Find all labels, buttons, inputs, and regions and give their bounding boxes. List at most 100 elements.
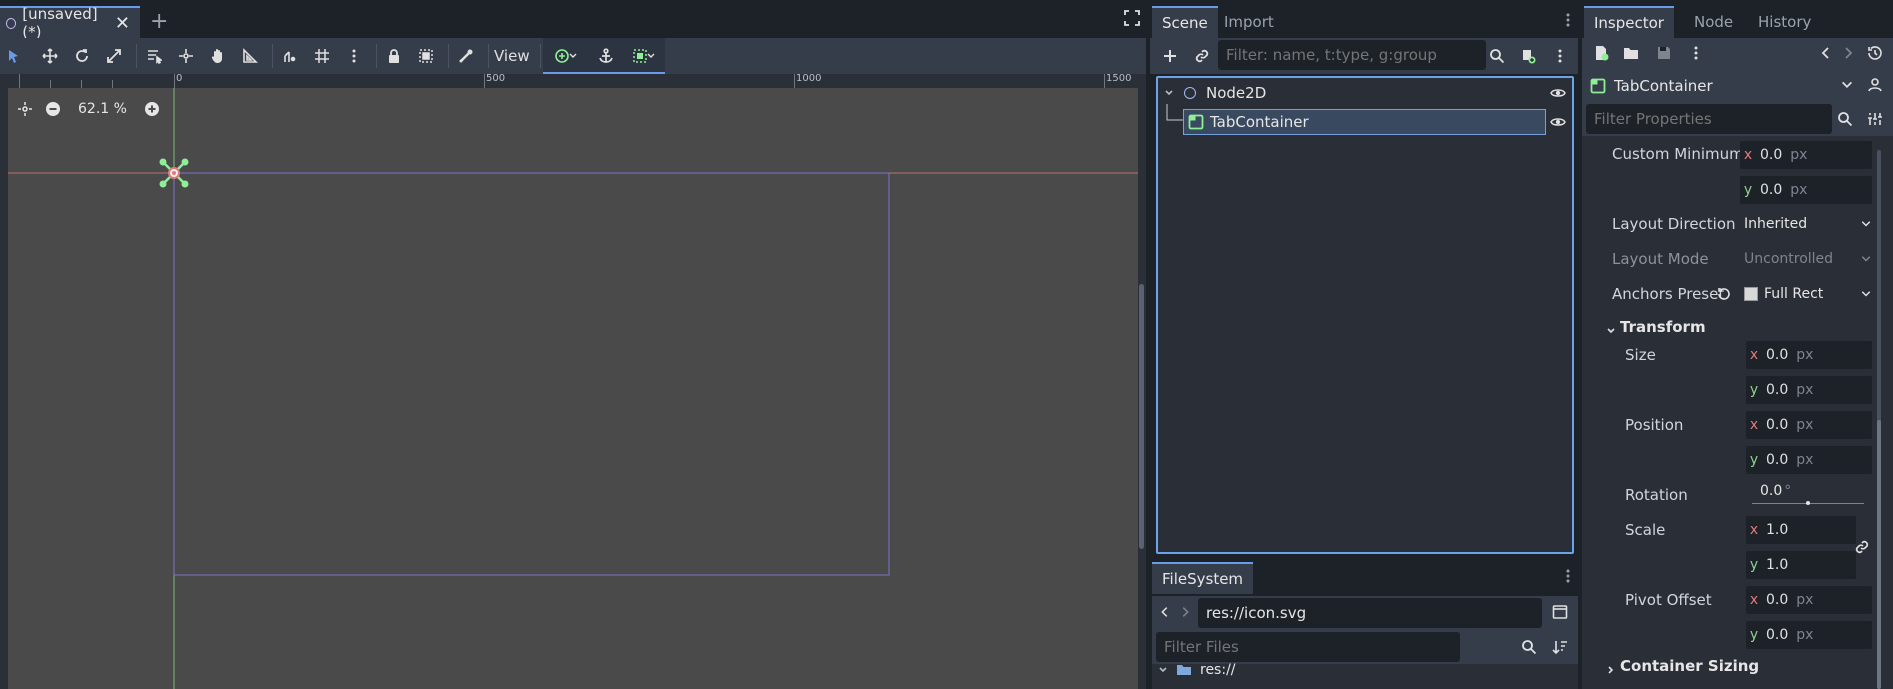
add-scene-tab-button[interactable]: + [150, 9, 168, 34]
toolbar-divider [540, 44, 541, 68]
distraction-free-icon[interactable] [1124, 10, 1140, 30]
size-x-field[interactable]: x 0.0 px [1746, 341, 1872, 369]
container-select-icon[interactable] [626, 38, 662, 74]
inspected-object[interactable]: TabContainer [1590, 76, 1713, 96]
visibility-eye-icon[interactable] [1550, 114, 1566, 130]
inspector-filter-input[interactable] [1586, 104, 1832, 134]
split-view-icon[interactable] [1551, 603, 1569, 621]
chevron-down-icon[interactable] [1840, 78, 1854, 92]
new-resource-icon[interactable] [1592, 44, 1610, 62]
tab-inspector[interactable]: Inspector [1584, 6, 1674, 38]
collapse-chevron-icon[interactable] [1162, 88, 1176, 98]
dock-more-icon[interactable] [1560, 568, 1576, 584]
zoom-out-icon[interactable] [44, 100, 62, 118]
container-sizing-section-header[interactable]: Container Sizing [1620, 657, 1759, 675]
forward-chevron-icon[interactable] [1178, 604, 1192, 620]
anchors-preset-dropdown[interactable]: Full Rect [1740, 280, 1874, 308]
save-icon[interactable] [1655, 44, 1673, 62]
tree-node-tabcontainer[interactable]: TabContainer [1183, 109, 1546, 135]
scale-x-field[interactable]: x 1.0 [1746, 516, 1856, 544]
zoom-controls: 62.1 % [16, 98, 161, 120]
viewport-scroll-thumb[interactable] [1139, 284, 1144, 549]
recent-history-icon[interactable] [1866, 44, 1884, 62]
tab-import[interactable]: Import [1214, 6, 1284, 38]
custom-minimum-y-field[interactable]: y 0.0 px [1740, 176, 1872, 204]
scene-tree[interactable] [1156, 76, 1574, 554]
slider-grabber[interactable] [1806, 501, 1810, 505]
horizontal-ruler[interactable] [0, 74, 1146, 88]
group-icon[interactable] [412, 38, 440, 74]
unit-label: px [1796, 347, 1814, 363]
add-node-circle-icon[interactable] [548, 38, 584, 74]
dock-more-icon[interactable] [1560, 12, 1576, 28]
tree-node-node2d[interactable]: Node2D [1160, 81, 1570, 105]
custom-minimum-x-field[interactable]: x 0.0 px [1740, 141, 1872, 169]
back-chevron-icon[interactable] [1158, 604, 1172, 620]
scale-mode-icon[interactable] [100, 38, 128, 74]
rotation-slider[interactable]: 0.0 ° [1750, 481, 1872, 509]
zoom-in-icon[interactable] [143, 100, 161, 118]
inspector-tools-icon[interactable] [1866, 110, 1884, 128]
scale-y-field[interactable]: y 1.0 [1746, 551, 1856, 579]
ruler-icon[interactable] [236, 38, 264, 74]
anchor-icon[interactable] [592, 38, 620, 74]
prop-label-position: Position [1625, 416, 1684, 434]
collapse-chevron-icon[interactable] [1158, 665, 1168, 675]
object-properties-icon[interactable] [1866, 75, 1884, 93]
filesystem-filter-input[interactable] [1156, 632, 1460, 662]
tab-scene[interactable]: Scene [1152, 6, 1218, 38]
grid-snap-icon[interactable] [308, 38, 336, 74]
close-icon[interactable]: ✕ [115, 13, 130, 34]
center-view-icon[interactable] [16, 100, 34, 118]
attach-script-icon[interactable] [1518, 46, 1538, 66]
control-node-icon [1188, 114, 1204, 130]
zoom-level[interactable]: 62.1 % [78, 101, 127, 117]
tab-history[interactable]: History [1748, 6, 1821, 38]
pan-hand-icon[interactable] [204, 38, 232, 74]
select-mode-icon[interactable] [0, 38, 28, 74]
add-child-node-icon[interactable] [1160, 46, 1180, 66]
list-select-icon[interactable] [140, 38, 168, 74]
pivot-offset-x-field[interactable]: x 0.0 px [1746, 586, 1872, 614]
skeleton-bone-icon[interactable] [452, 38, 480, 74]
scene-filter-input[interactable] [1218, 40, 1486, 70]
scene-tab-unsaved[interactable]: [unsaved](*) ✕ [0, 5, 140, 41]
container-sizing-chevron-icon[interactable] [1606, 661, 1618, 674]
rotation-value: 0.0 [1760, 483, 1783, 499]
transform-section-header[interactable]: Transform [1620, 318, 1706, 336]
inspector-scroll-thumb[interactable] [1877, 420, 1881, 689]
rotate-mode-icon[interactable] [68, 38, 96, 74]
instance-link-icon[interactable] [1192, 46, 1212, 66]
snap-options-more-icon[interactable] [340, 38, 368, 74]
tab-filesystem[interactable]: FileSystem [1152, 562, 1254, 594]
move-mode-icon[interactable] [36, 38, 64, 74]
link-ratio-icon[interactable] [1854, 539, 1870, 555]
lock-icon[interactable] [380, 38, 408, 74]
smart-snap-icon[interactable] [276, 38, 304, 74]
unit-label: px [1796, 382, 1814, 398]
canvas-viewport[interactable] [8, 88, 1138, 689]
layout-direction-dropdown[interactable]: Inherited [1740, 210, 1874, 238]
filesystem-root-item[interactable]: res:// [1158, 662, 1236, 678]
scene-more-icon[interactable] [1552, 46, 1568, 66]
revert-icon[interactable] [1716, 286, 1732, 302]
transform-chevron-icon[interactable] [1606, 322, 1618, 334]
history-forward-icon[interactable] [1840, 44, 1856, 62]
size-y-field[interactable]: y 0.0 px [1746, 376, 1872, 404]
sort-icon[interactable] [1551, 638, 1569, 656]
position-y-field[interactable]: y 0.0 px [1746, 446, 1872, 474]
visibility-eye-icon[interactable] [1550, 87, 1566, 99]
position-x-value: 0.0 [1766, 417, 1789, 433]
tab-node[interactable]: Node [1684, 6, 1743, 38]
prop-label-size: Size [1625, 346, 1656, 364]
inspector-more-icon[interactable] [1688, 44, 1704, 62]
pivot-offset-y-field[interactable]: y 0.0 px [1746, 621, 1872, 649]
view-menu-button[interactable]: View [494, 38, 530, 74]
position-x-field[interactable]: x 0.0 px [1746, 411, 1872, 439]
pivot-icon[interactable] [172, 38, 200, 74]
history-back-icon[interactable] [1818, 44, 1834, 62]
filesystem-path-field[interactable]: res://icon.svg [1198, 598, 1542, 628]
open-folder-icon[interactable] [1622, 44, 1640, 62]
vertical-ruler[interactable] [0, 88, 8, 689]
layout-mode-dropdown: Uncontrolled [1740, 245, 1874, 273]
